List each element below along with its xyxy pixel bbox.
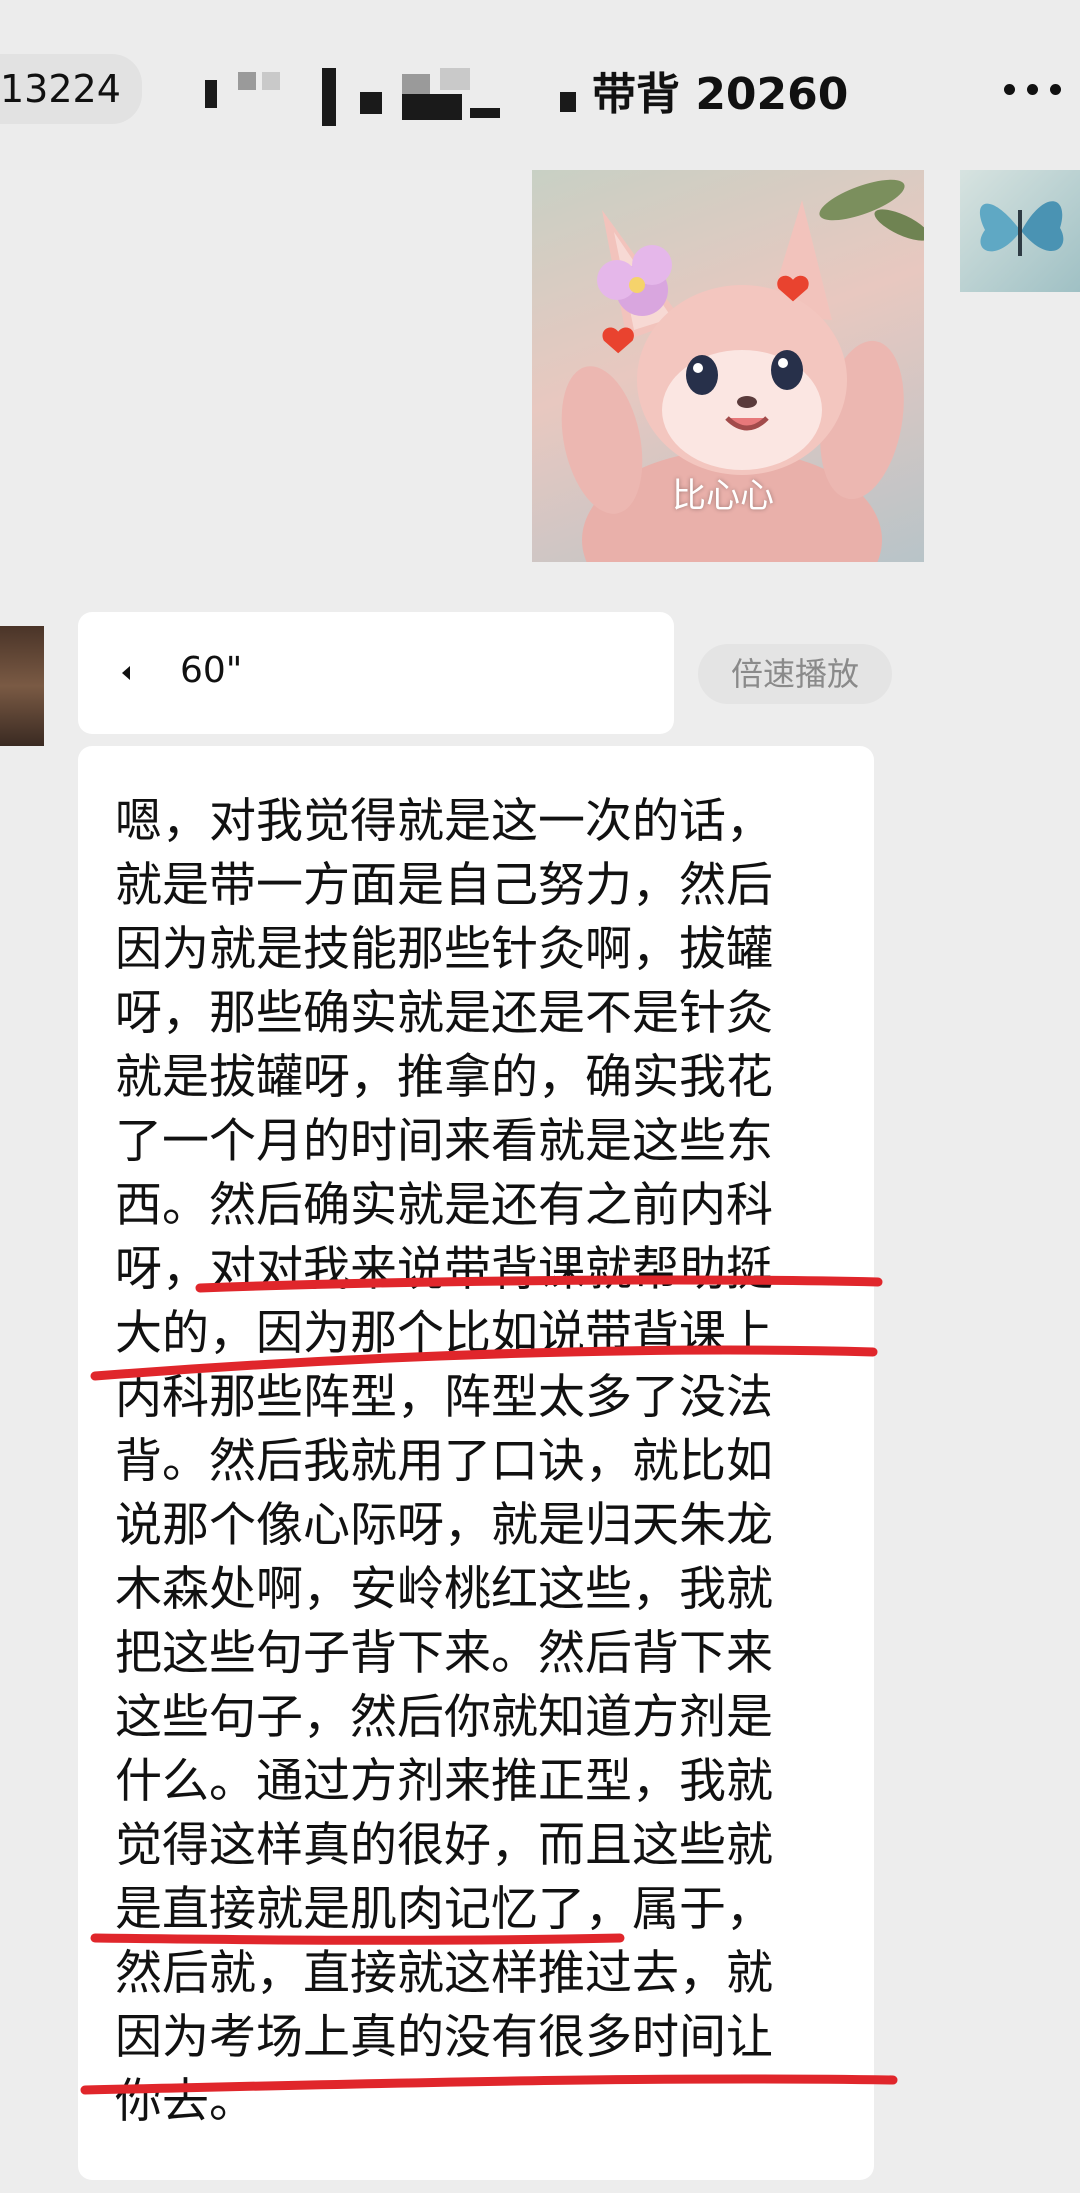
transcript-line: 大的，因为那个比如说带背课上 bbox=[115, 1306, 773, 1361]
butterfly-avatar-icon bbox=[979, 201, 1064, 256]
transcript-line: 你去。 bbox=[115, 2074, 256, 2129]
transcript-line: 因为考场上真的没有很多时间让 bbox=[115, 2010, 773, 2065]
transcript-line: 因为就是技能那些针灸啊，拔罐 bbox=[115, 922, 773, 977]
transcript-line: 把这些句子背下来。然后背下来 bbox=[115, 1626, 773, 1681]
transcript-line: 就是带一方面是自己努力，然后 bbox=[115, 858, 773, 913]
voice-wave-icon bbox=[122, 666, 130, 680]
transcript-line: 嗯，对我觉得就是这一次的话， bbox=[115, 794, 773, 849]
transcript-line: 了一个月的时间来看就是这些东 bbox=[115, 1114, 773, 1169]
voice-message-bubble[interactable]: 60" bbox=[78, 612, 674, 734]
contact-avatar[interactable] bbox=[0, 626, 44, 746]
chat-header: 13224 带背 20260 bbox=[0, 0, 1080, 170]
transcript-line: 木森处啊，安岭桃红这些，我就 bbox=[115, 1562, 773, 1617]
transcript-line: 呀，对对我来说带背课就帮助挺 bbox=[115, 1242, 773, 1297]
transcript-line: 觉得这样真的很好，而且这些就 bbox=[115, 1818, 773, 1873]
transcript-line: 西。然后确实就是还有之前内科 bbox=[115, 1178, 773, 1233]
transcript-line: 什么。通过方剂来推正型，我就 bbox=[115, 1754, 773, 1809]
chat-title: 带背 20260 bbox=[592, 69, 849, 120]
transcript-line: 然后就，直接就这样推过去，就 bbox=[115, 1946, 773, 2001]
transcript-line: 背。然后我就用了口诀，就比如 bbox=[115, 1434, 773, 1489]
my-avatar[interactable] bbox=[960, 170, 1080, 292]
sticker-message[interactable]: 比心心 bbox=[532, 170, 924, 562]
transcript-line: 内科那些阵型，阵型太多了没法 bbox=[115, 1370, 773, 1425]
playback-speed-button[interactable]: 倍速播放 bbox=[698, 644, 892, 704]
transcript-line: 就是拔罐呀，推拿的，确实我花 bbox=[115, 1050, 773, 1105]
transcript-line: 是直接就是肌肉记忆了，属于， bbox=[115, 1882, 773, 1937]
unread-count-badge[interactable]: 13224 bbox=[0, 54, 142, 124]
transcript-line: 说那个像心际呀，就是归天朱龙 bbox=[115, 1498, 773, 1553]
sticker-caption: 比心心 bbox=[672, 476, 774, 516]
transcript-line: 这些句子，然后你就知道方剂是 bbox=[115, 1690, 773, 1745]
more-dots-icon[interactable] bbox=[1004, 84, 1064, 96]
transcript-line: 呀，那些确实就是还是不是针灸 bbox=[115, 986, 773, 1041]
voice-duration: 60" bbox=[180, 650, 243, 691]
